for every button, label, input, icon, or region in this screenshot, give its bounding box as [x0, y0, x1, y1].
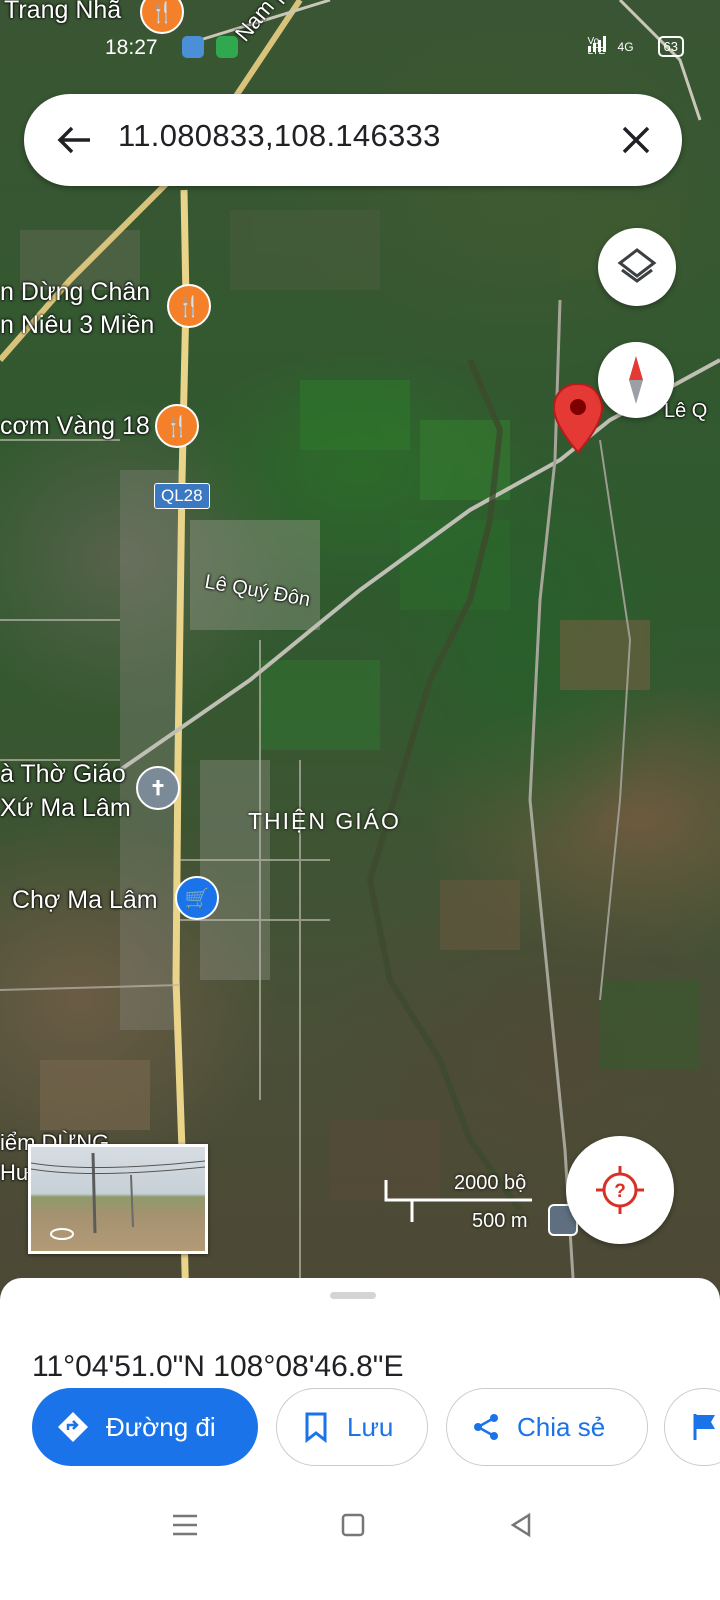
system-navigation-bar	[0, 1500, 720, 1600]
church-icon[interactable]: ✝	[136, 766, 180, 810]
poi-label-restaurant-2[interactable]: cơm Vàng 18	[0, 412, 150, 441]
home-icon[interactable]	[340, 1512, 366, 1538]
shopping-cart-icon[interactable]: 🛒	[175, 876, 219, 920]
directions-button[interactable]: Đường đi	[32, 1388, 258, 1466]
status-bar: 18:27 Vo LTE 4G 63	[0, 28, 720, 68]
search-query[interactable]: 11.080833,108.146333	[118, 118, 441, 154]
poi-label-market[interactable]: Chợ Ma Lâm	[12, 886, 158, 915]
area-label-thien-giao: THIỆN GIÁO	[248, 808, 401, 834]
layers-icon	[617, 248, 657, 283]
drag-handle[interactable]	[330, 1292, 376, 1299]
location-unknown-icon: ?	[596, 1166, 644, 1214]
signal-icon: 4G	[617, 39, 634, 54]
coordinates-text: 11°04'51.0"N 108°08'46.8"E	[32, 1350, 404, 1383]
map-label-top-left[interactable]: Trang Nhã	[4, 0, 121, 25]
battery-icon: 63	[657, 36, 684, 57]
my-location-button[interactable]: ?	[566, 1136, 674, 1244]
poi-label-church-line2[interactable]: Xứ Ma Lâm	[0, 794, 131, 823]
save-button[interactable]: Lưu	[276, 1388, 428, 1466]
restaurant-icon[interactable]: 🍴	[167, 284, 211, 328]
save-label: Lưu	[347, 1411, 394, 1442]
share-label: Chia sẻ	[517, 1411, 606, 1442]
street-view-thumbnail[interactable]	[28, 1144, 208, 1254]
status-time: 18:27	[105, 36, 158, 59]
back-arrow-icon[interactable]	[54, 124, 94, 156]
compass-button[interactable]	[598, 342, 674, 418]
compass-icon	[629, 356, 643, 404]
location-pin-icon[interactable]	[552, 382, 604, 454]
directions-label: Đường đi	[106, 1411, 216, 1442]
bookmark-icon	[305, 1412, 327, 1443]
poi-label-restaurant-1-line1[interactable]: n Dừng Chân	[0, 278, 150, 307]
poi-label-church-line1[interactable]: à Thờ Giáo	[0, 760, 126, 789]
flag-icon	[693, 1414, 715, 1440]
poi-label-bottom-left-line2[interactable]: Hư	[0, 1160, 31, 1186]
directions-icon	[58, 1412, 88, 1442]
road-shield-ql28: QL28	[154, 483, 210, 509]
share-button[interactable]: Chia sẻ	[446, 1388, 648, 1466]
restaurant-icon[interactable]: 🍴	[155, 404, 199, 448]
report-button[interactable]	[664, 1388, 720, 1466]
poi-label-restaurant-1-line2[interactable]: n Niêu 3 Miền	[0, 311, 154, 340]
shield-icon	[216, 36, 238, 58]
recent-apps-icon[interactable]	[170, 1512, 200, 1538]
layers-button[interactable]	[598, 228, 676, 306]
svg-text:?: ?	[614, 1181, 626, 1202]
close-icon[interactable]	[616, 120, 656, 160]
search-bar[interactable]: 11.080833,108.146333	[24, 94, 682, 186]
360-rotate-icon	[50, 1228, 74, 1240]
map-roads-layer	[0, 0, 720, 1310]
back-icon[interactable]	[508, 1512, 534, 1538]
app-notification-icon	[182, 36, 204, 58]
scale-imperial-label: 2000 bộ	[454, 1172, 527, 1194]
satellite-map[interactable]: 18:27 Vo LTE 4G 63 Trang Nhã 🍴 Nam phía …	[0, 0, 720, 1310]
share-icon	[474, 1414, 498, 1440]
scale-metric-label: 500 m	[472, 1210, 528, 1232]
